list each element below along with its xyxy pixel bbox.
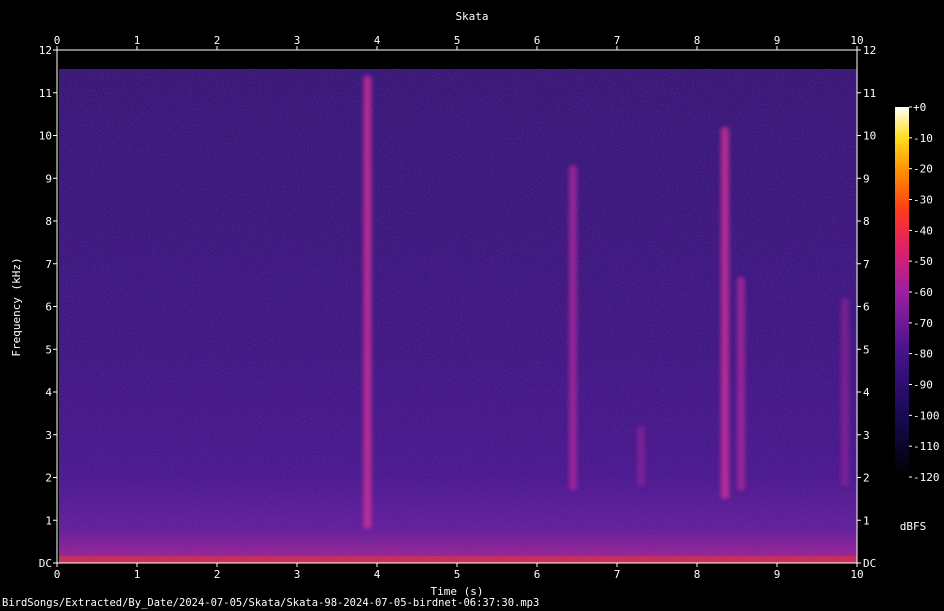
y-tick-label-right: 11 — [863, 87, 876, 100]
colorbar-tick-label: -20 — [913, 163, 933, 176]
x-tick-label: 0 — [54, 568, 61, 581]
chart-title: Skata — [455, 10, 488, 23]
y-tick-label: 5 — [45, 343, 52, 356]
call-mark — [569, 165, 577, 491]
colorbar-tick-label: -10 — [913, 132, 933, 145]
x-axis-bottom: 0 1 2 3 4 5 6 7 8 9 10 — [54, 563, 864, 581]
y-axis-right: DC123456789101112 — [857, 44, 876, 570]
y-tick-label: DC — [39, 557, 52, 570]
y-tick-label-right: 10 — [863, 130, 876, 143]
colorbar-tick-label: +0 — [913, 101, 926, 114]
y-tick-label-right: 4 — [863, 386, 870, 399]
file-path: BirdSongs/Extracted/By_Date/2024-07-05/S… — [2, 597, 540, 609]
y-tick-label-right: 3 — [863, 429, 870, 442]
y-tick-label: 4 — [45, 386, 52, 399]
y-tick-label-right: 5 — [863, 343, 870, 356]
x-tick-label: 4 — [374, 568, 381, 581]
x-tick-label: 8 — [694, 568, 701, 581]
y-tick-label: 1 — [45, 514, 52, 527]
colorbar-gradient — [895, 107, 909, 477]
x-tick-label: 1 — [134, 568, 141, 581]
y-tick-label: 2 — [45, 472, 52, 485]
x-tick-label-top: 2 — [214, 34, 221, 47]
colorbar-tick-label: -60 — [913, 286, 933, 299]
x-tick-label-top: 8 — [694, 34, 701, 47]
colorbar-tick-label: -70 — [913, 317, 933, 330]
call-mark — [637, 426, 645, 487]
y-tick-label-right: 1 — [863, 514, 870, 527]
y-tick-label: 9 — [45, 172, 52, 185]
x-tick-label-top: 0 — [54, 34, 61, 47]
colorbar-tick-label: -50 — [913, 255, 933, 268]
y-tick-label: 6 — [45, 301, 52, 314]
x-tick-label-top: 6 — [534, 34, 541, 47]
colorbar-unit: dBFS — [900, 520, 927, 533]
call-mark — [841, 297, 849, 487]
colorbar-tick-label: -80 — [913, 348, 933, 361]
call-mark — [721, 126, 729, 499]
y-tick-label-right: 6 — [863, 301, 870, 314]
colorbar-ticks: +0 -10 -20 -30 -40 -50 -60 -70 -80 -90 -100 -110 -12… — [909, 101, 940, 484]
y-tick-label: 12 — [39, 44, 52, 57]
x-tick-label-top: 1 — [134, 34, 141, 47]
x-tick-label: 6 — [534, 568, 541, 581]
call-mark — [363, 75, 372, 529]
x-tick-label: 3 — [294, 568, 301, 581]
x-tick-label: 5 — [454, 568, 461, 581]
y-tick-label: 10 — [39, 130, 52, 143]
y-tick-label: 11 — [39, 87, 52, 100]
plot-area — [56, 49, 858, 564]
colorbar-tick-label: -30 — [913, 194, 933, 207]
call-mark — [737, 276, 745, 491]
y-tick-label-right: 12 — [863, 44, 876, 57]
y-tick-label: 7 — [45, 258, 52, 271]
y-tick-label-right: DC — [863, 557, 876, 570]
y-axis-label: Frequency (kHz) — [10, 257, 23, 356]
colorbar-tick-label: -110 — [913, 440, 940, 453]
colorbar-tick-label: -120 — [913, 471, 940, 484]
y-tick-label: 3 — [45, 429, 52, 442]
x-tick-label-top: 9 — [774, 34, 781, 47]
y-axis-left: DC123456789101112 — [39, 44, 57, 570]
x-tick-label: 2 — [214, 568, 221, 581]
x-tick-label-top: 4 — [374, 34, 381, 47]
colorbar-tick-label: -100 — [913, 409, 940, 422]
colorbar-tick-label: -40 — [913, 224, 933, 237]
x-tick-label: 7 — [614, 568, 621, 581]
x-tick-label-top: 3 — [294, 34, 301, 47]
spectrogram-chart: Skata 0 1 2 3 4 5 6 7 8 9 10 0 1 2 3 4 5 6 7 8 9 10 DC123456… — [10, 10, 940, 598]
x-tick-label-top: 10 — [850, 34, 863, 47]
dc-band — [59, 556, 857, 563]
x-tick-label: 10 — [850, 568, 863, 581]
x-tick-label-top: 5 — [454, 34, 461, 47]
x-axis-top: 0 1 2 3 4 5 6 7 8 9 10 — [54, 34, 864, 50]
y-tick-label-right: 7 — [863, 258, 870, 271]
y-tick-label: 8 — [45, 215, 52, 228]
x-tick-label-top: 7 — [614, 34, 621, 47]
x-tick-label: 9 — [774, 568, 781, 581]
colorbar-tick-label: -90 — [913, 379, 933, 392]
y-tick-label-right: 8 — [863, 215, 870, 228]
y-tick-label-right: 9 — [863, 172, 870, 185]
y-tick-label-right: 2 — [863, 472, 870, 485]
colorbar: +0 -10 -20 -30 -40 -50 -60 -70 -80 -90 -100 -110 -12… — [895, 101, 940, 533]
